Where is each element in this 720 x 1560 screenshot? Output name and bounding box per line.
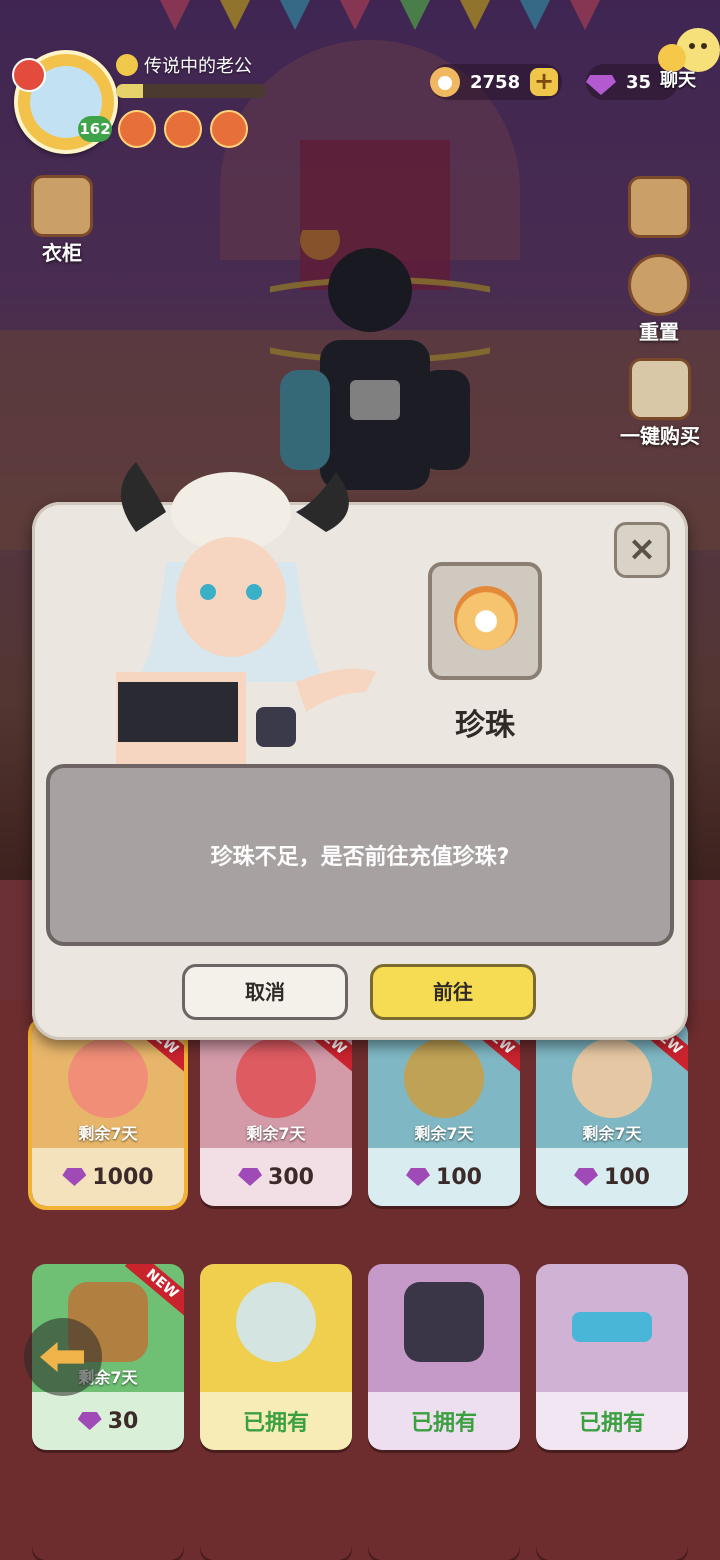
item-remaining-time: 剩余7天 [246,1124,306,1143]
shop-item-card[interactable] [368,1510,520,1560]
gem-icon [574,1168,599,1186]
item-owned-status: 已拥有 [368,1392,520,1450]
vip-icon [12,58,46,92]
back-button[interactable] [24,1318,102,1396]
buff-badge-icon[interactable] [118,110,156,148]
chat-label[interactable]: 聊天 [660,66,696,92]
scroll-menu-icon [628,176,690,238]
reset-icon [628,254,690,316]
item-image [68,1038,148,1118]
shop-item-card[interactable]: NEW 剩余7天 100 [536,1020,688,1206]
wardrobe-button[interactable]: 衣柜 [30,175,94,266]
shop-item-card[interactable] [536,1510,688,1560]
item-remaining-time: 剩余7天 [78,1124,138,1143]
add-pearls-button[interactable]: + [530,68,558,96]
close-dialog-button[interactable]: × [614,522,670,578]
player-level-badge: 162 [78,116,112,142]
pearl-currency: 2758 + [430,64,562,100]
gem-icon [586,75,616,95]
message-box: 珍珠不足，是否前往充值珍珠? [46,764,674,946]
npc-character [116,462,376,772]
status-badges [118,110,248,148]
item-remaining-time: 剩余7天 [582,1124,642,1143]
item-icon-frame [428,562,542,680]
item-price: 100 [436,1164,482,1190]
shop-item-card[interactable] [200,1510,352,1560]
cart-icon [629,358,691,420]
go-recharge-button[interactable]: 前往 [370,964,536,1020]
item-image [404,1282,484,1362]
exp-bar-fill [116,84,143,98]
exp-bar [116,84,266,98]
reset-button[interactable]: 重置 [626,254,692,345]
item-image [404,1038,484,1118]
wardrobe-icon [31,175,93,237]
buff-badge-icon[interactable] [164,110,202,148]
shop-item-card[interactable]: NEW 剩余7天 100 [368,1020,520,1206]
item-price: 100 [604,1164,650,1190]
item-owned-status: 已拥有 [536,1392,688,1450]
buy-all-label: 一键购买 [620,424,700,448]
gem-count: 35 [626,71,652,93]
item-image [236,1282,316,1362]
pearl-icon [454,586,518,650]
shop-item-card[interactable]: NEW 剩余7天 300 [200,1020,352,1206]
item-price: 30 [107,1408,139,1434]
gem-icon [62,1168,87,1186]
player-title-row: 传说中的老公 [116,52,252,78]
wardrobe-label: 衣柜 [42,241,82,265]
player-title: 传说中的老公 [144,56,252,77]
item-image [572,1038,652,1118]
buff-badge-icon[interactable] [210,110,248,148]
shop-item-card[interactable]: 已拥有 [368,1264,520,1450]
title-emoji-icon [116,54,138,76]
dialog-message: 珍珠不足，是否前往充值珍珠? [210,845,510,870]
shop-item-card[interactable]: 已拥有 [536,1264,688,1450]
pearl-count: 2758 [470,71,521,93]
shop-item-card[interactable]: NEW 剩余7天 1000 [28,1016,188,1210]
item-owned-status: 已拥有 [200,1392,352,1450]
gem-icon [238,1168,263,1186]
back-arrow-icon [40,1342,84,1372]
buy-all-button[interactable]: 一键购买 [612,358,708,449]
item-name: 珍珠 [455,708,515,743]
item-image [236,1038,316,1118]
info-menu-button[interactable] [628,176,690,238]
item-image [572,1312,652,1342]
item-price: 300 [268,1164,314,1190]
gem-icon [77,1412,102,1430]
gem-icon [406,1168,431,1186]
cancel-button[interactable]: 取消 [182,964,348,1020]
reset-label: 重置 [639,320,679,344]
item-remaining-time: 剩余7天 [414,1124,474,1143]
pearl-icon [430,67,460,97]
shop-item-card[interactable]: 已拥有 [200,1264,352,1450]
item-price: 1000 [92,1164,154,1190]
shop-item-card[interactable] [32,1510,184,1560]
